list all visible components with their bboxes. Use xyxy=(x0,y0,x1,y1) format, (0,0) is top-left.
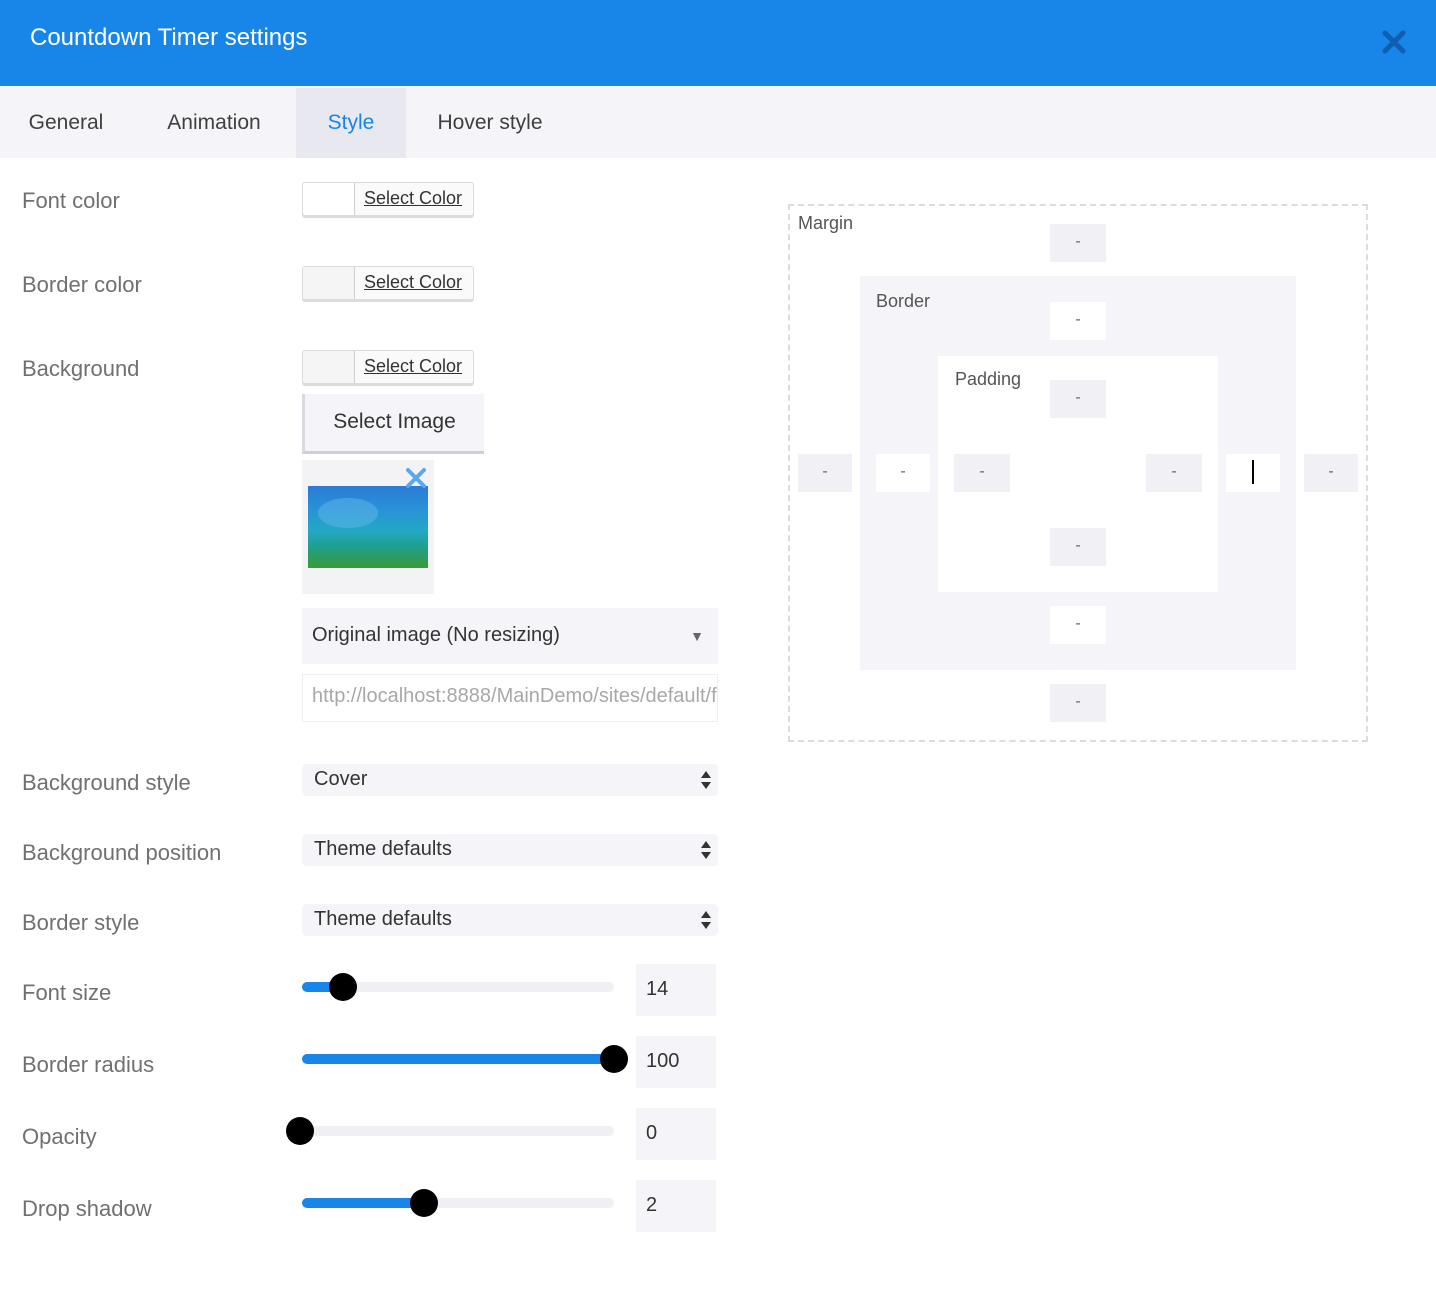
font-color-picker[interactable]: Select Color xyxy=(302,182,474,216)
tab-bar: General Animation Style Hover style xyxy=(0,86,1436,158)
close-icon[interactable] xyxy=(1378,26,1410,58)
background-position-label: Background position xyxy=(22,840,222,865)
drop-shadow-label: Drop shadow xyxy=(22,1196,152,1221)
text-caret xyxy=(1252,459,1254,484)
image-url-input[interactable]: http://localhost:8888/MainDemo/sites/def… xyxy=(302,674,718,722)
padding-bottom-input[interactable]: - xyxy=(1050,528,1106,566)
background-color-picker[interactable]: Select Color xyxy=(302,350,474,384)
background-position-value: Theme defaults xyxy=(314,838,452,860)
tab-general[interactable]: General xyxy=(0,88,132,158)
tab-hover-style[interactable]: Hover style xyxy=(406,88,574,158)
select-image-button[interactable]: Select Image xyxy=(302,394,484,454)
select-updown-icon xyxy=(701,771,711,789)
padding-right-input[interactable]: - xyxy=(1146,454,1202,492)
border-top-input[interactable]: - xyxy=(1050,302,1106,340)
background-image-thumbnail xyxy=(308,486,428,568)
tab-animation[interactable]: Animation xyxy=(132,88,296,158)
margin-top-input[interactable]: - xyxy=(1050,224,1106,262)
border-radius-label: Border radius xyxy=(22,1052,155,1077)
border-radius-slider[interactable] xyxy=(302,1045,628,1073)
border-color-picker[interactable]: Select Color xyxy=(302,266,474,300)
drop-shadow-slider[interactable] xyxy=(302,1189,614,1217)
border-style-label: Border style xyxy=(22,910,140,935)
border-color-swatch[interactable] xyxy=(303,267,355,299)
border-radius-input[interactable]: 100 xyxy=(636,1036,716,1088)
border-style-select[interactable]: Theme defaults xyxy=(302,904,718,936)
border-right-input[interactable] xyxy=(1226,454,1280,492)
background-label: Background xyxy=(22,356,140,381)
border-color-label: Border color xyxy=(22,272,142,297)
border-color-select-button[interactable]: Select Color xyxy=(364,272,462,293)
font-color-select-button[interactable]: Select Color xyxy=(364,188,462,209)
dialog-header: Countdown Timer settings xyxy=(0,0,1436,86)
remove-image-icon[interactable] xyxy=(404,466,428,490)
border-style-value: Theme defaults xyxy=(314,908,452,930)
border-bottom-input[interactable]: - xyxy=(1050,606,1106,644)
font-color-swatch[interactable] xyxy=(303,183,355,215)
slider-handle[interactable] xyxy=(329,973,357,1001)
margin-label: Margin xyxy=(798,213,854,233)
opacity-input[interactable]: 0 xyxy=(636,1108,716,1160)
select-updown-icon xyxy=(701,841,711,859)
font-color-label: Font color xyxy=(22,188,120,213)
background-style-label: Background style xyxy=(22,770,191,795)
background-color-select-button[interactable]: Select Color xyxy=(364,356,462,377)
border-left-input[interactable]: - xyxy=(876,454,930,492)
image-resize-select[interactable]: Original image (No resizing) ▼ xyxy=(302,608,718,664)
background-style-value: Cover xyxy=(314,768,368,790)
slider-fill xyxy=(302,1054,614,1064)
tab-style[interactable]: Style xyxy=(296,88,406,158)
font-size-slider[interactable] xyxy=(302,973,614,1001)
padding-top-input[interactable]: - xyxy=(1050,380,1106,418)
font-size-input[interactable]: 14 xyxy=(636,964,716,1016)
dropdown-arrow-icon: ▼ xyxy=(690,628,704,644)
slider-handle[interactable] xyxy=(410,1189,438,1217)
dialog-title: Countdown Timer settings xyxy=(30,24,308,51)
image-resize-value: Original image (No resizing) xyxy=(312,624,560,646)
slider-fill xyxy=(302,1198,424,1208)
opacity-label: Opacity xyxy=(22,1124,97,1149)
font-size-label: Font size xyxy=(22,980,112,1005)
drop-shadow-input[interactable]: 2 xyxy=(636,1180,716,1232)
opacity-slider[interactable] xyxy=(286,1117,614,1145)
margin-bottom-input[interactable]: - xyxy=(1050,684,1106,722)
background-style-select[interactable]: Cover xyxy=(302,764,718,796)
margin-right-input[interactable]: - xyxy=(1304,454,1358,492)
slider-handle[interactable] xyxy=(286,1117,314,1145)
padding-label: Padding xyxy=(955,369,1022,389)
margin-left-input[interactable]: - xyxy=(798,454,852,492)
padding-left-input[interactable]: - xyxy=(954,454,1010,492)
background-position-select[interactable]: Theme defaults xyxy=(302,834,718,866)
image-thumbnail-container xyxy=(302,460,434,594)
border-label: Border xyxy=(876,291,931,311)
slider-handle[interactable] xyxy=(600,1045,628,1073)
background-color-swatch[interactable] xyxy=(303,351,355,383)
select-updown-icon xyxy=(701,911,711,929)
